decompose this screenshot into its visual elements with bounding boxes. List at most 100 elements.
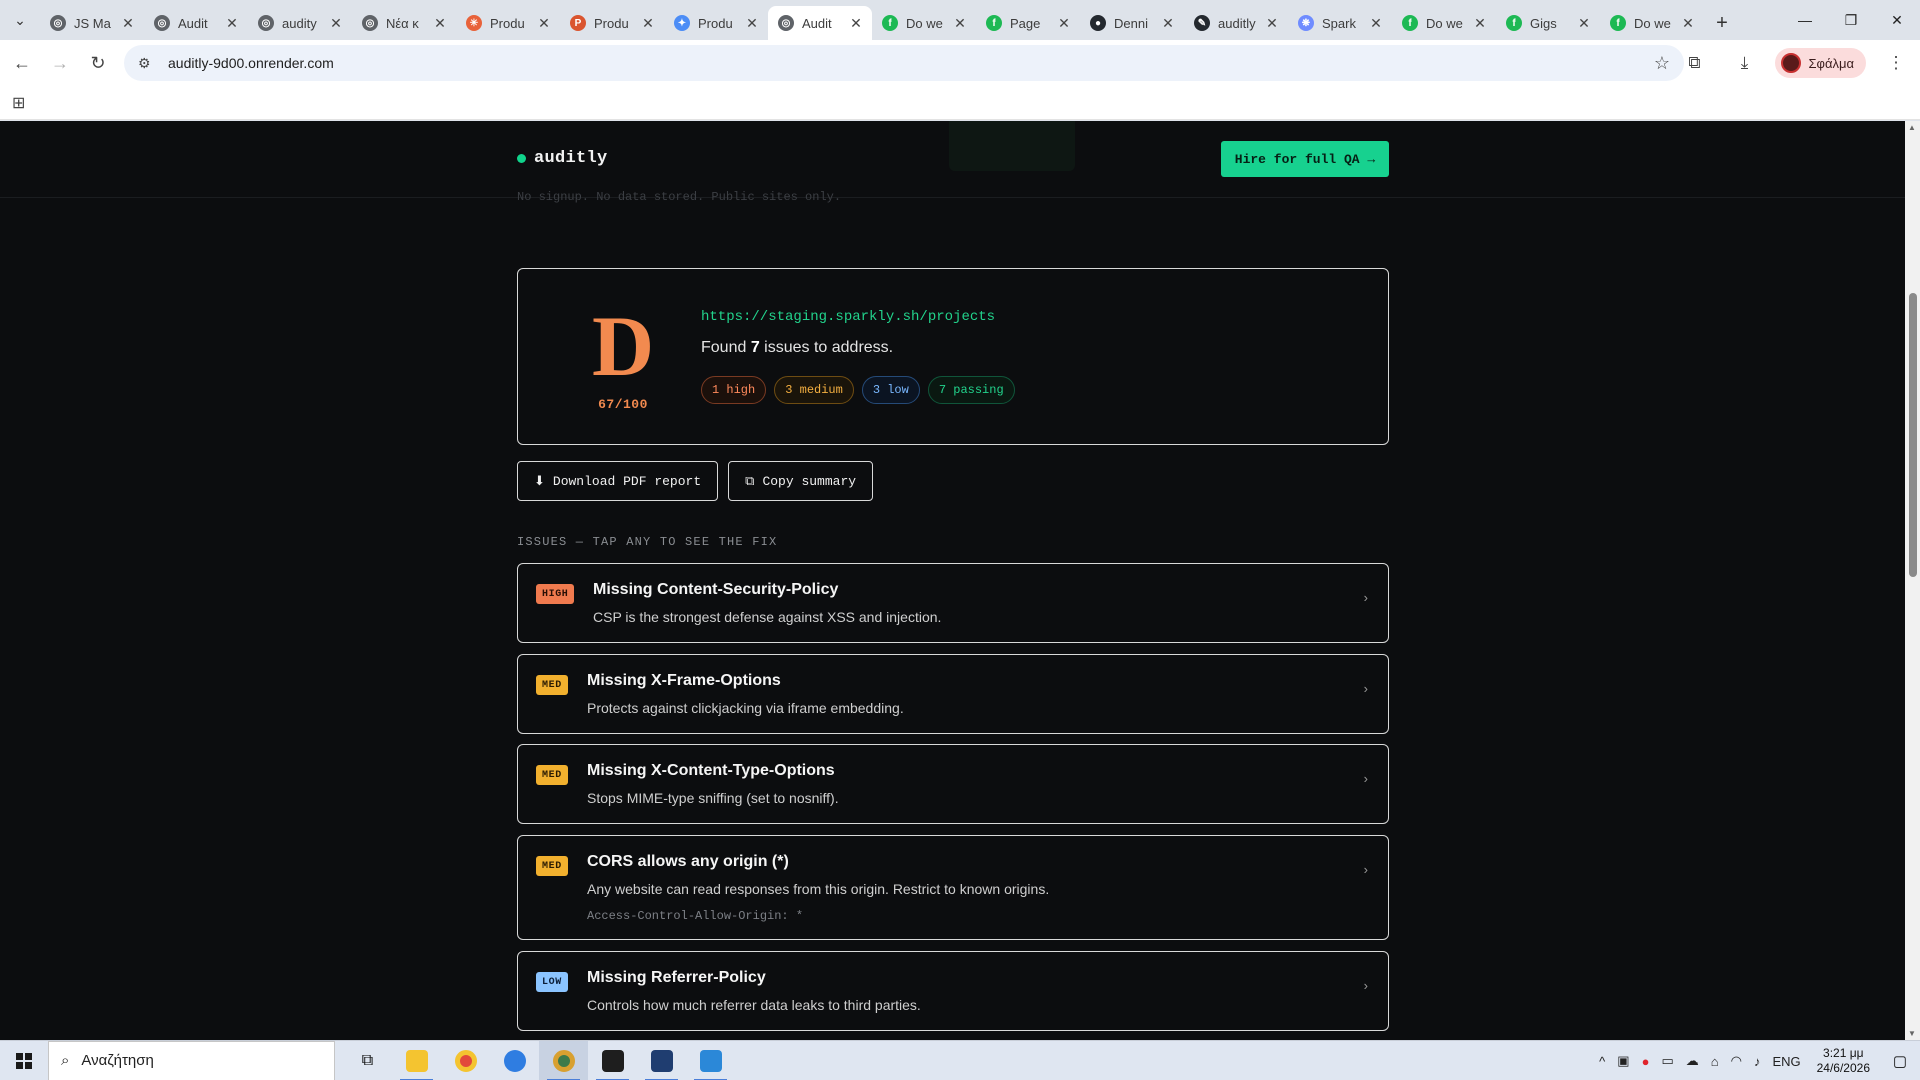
windows-taskbar: ⌕ Αναζήτηση ⧉ ^ ▣ ● ▭ ☁ ⌂ ◠ ♪ ENG 3:21 μ… [0,1040,1920,1080]
browser-tab[interactable]: ❋ Spark ✕ [1288,6,1392,40]
chrome-profile-icon[interactable] [539,1040,588,1080]
download-pdf-button[interactable]: ⬇ Download PDF report [517,461,719,501]
browser-tab[interactable]: f Do we ✕ [1600,6,1704,40]
tray-battery-icon[interactable]: ▭ [1661,1053,1673,1069]
address-url[interactable]: auditly-9d00.onrender.com [168,55,334,71]
severity-badge: HIGH [536,584,575,604]
menu-kebab-icon[interactable]: ⋮ [1876,53,1916,73]
editor-icon[interactable] [686,1041,735,1080]
profile-button[interactable]: Σφάλμα [1774,48,1866,78]
browser-tab[interactable]: ● Denni ✕ [1080,6,1184,40]
bookmark-star-icon[interactable]: ☆ [1654,53,1670,74]
browser-tab[interactable]: ◎ audity ✕ [248,6,352,40]
browser-tab[interactable]: ✦ Produ ✕ [664,6,768,40]
site-info-icon[interactable]: ⚙ [138,55,158,72]
scroll-down-icon[interactable]: ▼ [1908,1029,1916,1038]
tray-cloud-icon[interactable]: ☁ [1686,1053,1699,1069]
scrollbar-thumb[interactable] [1909,293,1917,577]
browser-tab[interactable]: f Do we ✕ [872,6,976,40]
thunderbird-icon[interactable] [490,1041,539,1080]
tab-close-icon[interactable]: ✕ [120,15,136,32]
tab-close-icon[interactable]: ✕ [432,15,448,32]
tab-close-icon[interactable]: ✕ [536,15,552,32]
tab-close-icon[interactable]: ✕ [1160,15,1176,32]
powershell-icon[interactable] [637,1041,686,1080]
site-header: auditly Hire for full QA → [0,121,1905,198]
tab-favicon-icon: f [986,15,1002,31]
tab-close-icon[interactable]: ✕ [1472,15,1488,32]
forward-icon[interactable]: → [44,47,76,79]
tab-close-icon[interactable]: ✕ [952,15,968,32]
chevron-right-icon: › [1363,590,1368,605]
language-indicator[interactable]: ENG [1772,1054,1800,1069]
browser-tab[interactable]: ✳ Produ ✕ [456,6,560,40]
tray-network-icon[interactable]: ⌂ [1711,1054,1719,1069]
tab-close-icon[interactable]: ✕ [1264,15,1280,32]
severity-badges: 1 high 3 medium 3 low 7 passing [701,376,1023,404]
browser-tab[interactable]: f Page ✕ [976,6,1080,40]
browser-tab[interactable]: P Produ ✕ [560,6,664,40]
tab-close-icon[interactable]: ✕ [848,15,864,32]
volume-icon[interactable]: ♪ [1754,1054,1761,1069]
scroll-up-icon[interactable]: ▲ [1908,123,1916,132]
downloads-icon[interactable]: ⤓ [1725,53,1765,73]
tab-close-icon[interactable]: ✕ [1576,15,1592,32]
tab-label: Do we [1426,15,1463,31]
task-view-icon[interactable]: ⧉ [343,1041,392,1080]
notifications-icon[interactable]: ▢ [1880,1052,1920,1070]
tab-close-icon[interactable]: ✕ [744,15,760,32]
issue-card[interactable]: MED CORS allows any origin (*) Any website… [517,835,1389,940]
page-scrollbar[interactable]: ▲ ▼ [1905,121,1920,1040]
tab-close-icon[interactable]: ✕ [224,15,240,32]
address-bar[interactable]: ⚙ auditly-9d00.onrender.com ☆ [124,45,1684,81]
issue-card[interactable]: MED Missing X-Frame-Options Protects again… [517,654,1389,734]
tray-chevron-icon[interactable]: ^ [1599,1054,1605,1069]
severity-badge: LOW [536,972,568,992]
tab-favicon-icon: P [570,15,586,31]
tab-close-icon[interactable]: ✕ [328,15,344,32]
browser-tab[interactable]: ◎ Audit ✕ [768,6,872,40]
tray-device-icon[interactable]: ▣ [1617,1053,1629,1069]
file-explorer-icon[interactable] [392,1041,441,1080]
browser-tab[interactable]: f Do we ✕ [1392,6,1496,40]
reload-icon[interactable]: ↻ [82,47,114,79]
windows-logo-icon [16,1052,32,1069]
tab-close-icon[interactable]: ✕ [640,15,656,32]
clock[interactable]: 3:21 μμ 24/6/2026 [1817,1046,1870,1076]
tab-close-icon[interactable]: ✕ [1368,15,1384,32]
restore-icon[interactable]: ❐ [1828,0,1874,40]
chrome-icon[interactable] [441,1041,490,1080]
tab-close-icon[interactable]: ✕ [1680,15,1696,32]
tab-label: Νέα κ [386,15,419,31]
browser-tab[interactable]: ◎ JS Ma ✕ [40,6,144,40]
issue-code-snippet: Access-Control-Allow-Origin: * [587,909,804,923]
browser-tab[interactable]: ◎ Audit ✕ [144,6,248,40]
issue-card[interactable]: LOW Missing Referrer-Policy Controls how m… [517,951,1389,1031]
brand-dot-icon [517,154,526,163]
issue-card[interactable]: MED Missing X-Content-Type-Options Stops M… [517,744,1389,824]
browser-tab[interactable]: ✎ auditly ✕ [1184,6,1288,40]
browser-tab[interactable]: ◎ Νέα κ ✕ [352,6,456,40]
back-icon[interactable]: ← [6,47,38,79]
minimize-icon[interactable]: — [1782,0,1828,40]
extensions-icon[interactable]: ⧉ [1675,53,1715,73]
taskbar-search[interactable]: ⌕ Αναζήτηση [48,1040,335,1080]
new-tab-icon[interactable]: + [1704,6,1740,40]
apps-grid-icon[interactable]: ⊞ [12,93,25,113]
terminal-icon[interactable] [588,1041,637,1080]
profile-label: Σφάλμα [1808,55,1855,71]
tab-close-icon[interactable]: ✕ [1056,15,1072,32]
wifi-icon[interactable]: ◠ [1731,1053,1742,1069]
brand-logo[interactable]: auditly [517,149,608,168]
issue-card[interactable]: HIGH Missing Content-Security-Policy CSP i… [517,563,1389,643]
hire-full-qa-button[interactable]: Hire for full QA → [1221,141,1389,177]
tray-record-icon[interactable]: ● [1642,1054,1650,1069]
tab-search-icon[interactable]: ⌄ [0,0,40,40]
severity-badge: MED [536,765,568,785]
copy-summary-button[interactable]: ⧉ Copy summary [728,461,874,501]
start-button[interactable] [0,1041,48,1080]
close-window-icon[interactable]: ✕ [1874,0,1920,40]
tab-label: JS Ma [74,15,111,31]
browser-toolbar: ← → ↻ ⚙ auditly-9d00.onrender.com ☆ ⧉ ⤓ … [0,40,1920,86]
browser-tab[interactable]: f Gigs ✕ [1496,6,1600,40]
